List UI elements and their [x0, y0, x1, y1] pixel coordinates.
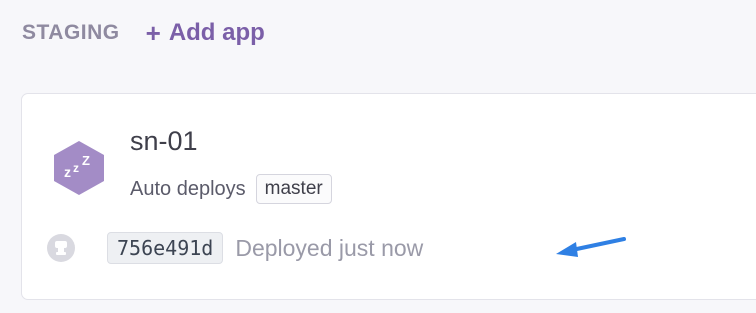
svg-text:z: z — [73, 161, 79, 175]
app-card[interactable]: z z Z sn-01 Auto deploys master 756e491d… — [21, 93, 756, 300]
app-name-link[interactable]: sn-01 — [130, 126, 198, 157]
deployed-status: Deployed just now — [235, 234, 424, 261]
auto-deploy-row: Auto deploys master — [130, 174, 332, 204]
plus-icon: + — [145, 18, 161, 48]
sleeping-dyno-icon: z z Z — [51, 139, 107, 197]
add-app-button[interactable]: + Add app — [146, 19, 265, 47]
user-avatar-icon — [47, 234, 75, 262]
commit-hash-link[interactable]: 756e491d — [107, 232, 224, 264]
add-app-label: Add app — [168, 19, 265, 46]
stage-header: STAGING + Add app — [22, 16, 265, 50]
svg-text:z: z — [64, 164, 71, 180]
release-row: 756e491d Deployed just now — [47, 232, 423, 264]
svg-text:Z: Z — [82, 153, 90, 168]
stage-label: STAGING — [22, 21, 120, 44]
branch-badge: master — [255, 174, 332, 204]
auto-deploys-label: Auto deploys — [130, 177, 246, 200]
arrow-left-icon — [554, 230, 628, 267]
